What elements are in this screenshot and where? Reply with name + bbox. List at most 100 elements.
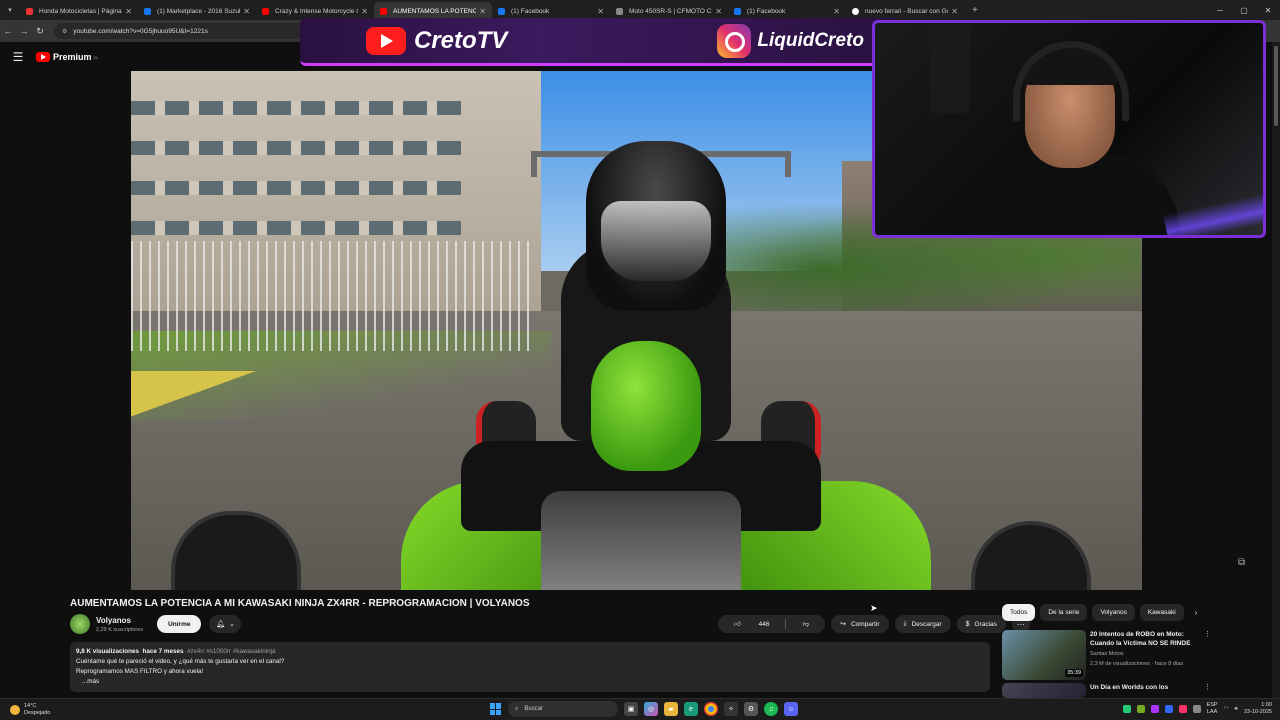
recommended-title[interactable]: Un Día en Worlds con los bbox=[1090, 683, 1200, 692]
tray-icon[interactable] bbox=[1192, 705, 1201, 713]
maximize-icon[interactable]: ▢ bbox=[1232, 6, 1256, 15]
tray-icon[interactable] bbox=[1150, 705, 1159, 713]
youtube-logo[interactable]: Premium CL bbox=[36, 52, 99, 62]
view-count: 9,8 K visualizaciones bbox=[76, 648, 139, 655]
window-controls: ─ ▢ ✕ bbox=[1208, 0, 1280, 20]
chip-all[interactable]: Todos bbox=[1002, 604, 1036, 621]
language-indicator[interactable]: ESP LAA bbox=[1207, 702, 1218, 716]
like-button[interactable]: 👍︎ 446 bbox=[718, 620, 785, 628]
url-text: youtube.com/watch?v=0G5jhuuo95U&t=1221s bbox=[73, 27, 208, 35]
close-icon[interactable]: ✕ bbox=[597, 7, 604, 16]
tab-favicon bbox=[498, 7, 505, 15]
sun-icon bbox=[10, 704, 20, 715]
video-description[interactable]: 9,8 K visualizaciones hace 7 meses #zx4r… bbox=[70, 642, 990, 692]
webcam-overlay bbox=[872, 20, 1266, 238]
video-thumbnail[interactable]: 35:39 bbox=[1002, 630, 1086, 680]
edge-icon[interactable]: e bbox=[684, 702, 698, 716]
video-windscreen bbox=[541, 491, 741, 590]
like-dislike-group: 👍︎ 446 👎︎ bbox=[718, 615, 826, 633]
channel-avatar[interactable] bbox=[70, 614, 90, 634]
app-icon[interactable]: ✧ bbox=[724, 702, 738, 716]
recommended-meta: 2,3 M de visualizaciones · hace 8 días bbox=[1090, 661, 1184, 667]
close-icon[interactable]: ✕ bbox=[479, 7, 486, 16]
page-scrollbar[interactable] bbox=[1272, 42, 1280, 702]
discord-icon[interactable]: ☺ bbox=[784, 702, 798, 716]
thanks-button[interactable]: $ Gracias bbox=[956, 615, 1006, 633]
thumbs-down-icon: 👎︎ bbox=[802, 621, 810, 628]
miniplayer-icon[interactable]: ⧉ bbox=[1238, 557, 1260, 577]
more-icon[interactable]: ⋮ bbox=[1204, 683, 1211, 698]
share-button[interactable]: ↪ Compartir bbox=[831, 615, 889, 633]
task-view-icon[interactable]: ▣ bbox=[624, 702, 638, 716]
tab-favicon bbox=[26, 7, 33, 15]
tray-icon[interactable] bbox=[1136, 705, 1145, 713]
browser-tab[interactable]: (1) Marketplace - 2016 Suzuki G✕ bbox=[138, 2, 256, 20]
tab-search-button[interactable]: ▾ bbox=[0, 0, 20, 20]
spotify-icon[interactable]: ♫ bbox=[764, 702, 778, 716]
volume-icon[interactable]: 🔊︎ bbox=[1234, 706, 1237, 713]
thumbs-up-icon: 👍︎ bbox=[734, 621, 741, 628]
chrome-icon[interactable] bbox=[704, 702, 718, 716]
tab-favicon bbox=[734, 7, 741, 15]
duration-badge: 35:39 bbox=[1065, 669, 1083, 677]
file-explorer-icon[interactable]: ▰ bbox=[664, 702, 678, 716]
close-window-icon[interactable]: ✕ bbox=[1256, 6, 1280, 15]
settings-icon[interactable]: ⚙ bbox=[744, 702, 758, 716]
chip-kawasaki[interactable]: Kawasaki bbox=[1139, 604, 1184, 621]
forward-icon[interactable]: → bbox=[16, 26, 32, 36]
back-icon[interactable]: ← bbox=[0, 26, 16, 36]
show-more-link[interactable]: ...más bbox=[82, 677, 984, 687]
download-icon: ⤓ bbox=[903, 620, 907, 627]
notification-bell-button[interactable]: 🔔︎ ⌄ bbox=[209, 615, 242, 633]
bell-icon: 🔔︎ bbox=[216, 621, 225, 628]
reload-icon[interactable]: ↻ bbox=[32, 26, 48, 37]
recommended-channel[interactable]: Santas Motos bbox=[1090, 650, 1200, 658]
channel-name[interactable]: Volyanos bbox=[96, 616, 143, 625]
close-icon[interactable]: ✕ bbox=[715, 7, 722, 16]
chevron-right-icon[interactable]: › bbox=[1195, 608, 1198, 617]
weather-widget[interactable]: 14°C Despejado bbox=[10, 703, 50, 717]
dislike-button[interactable]: 👎︎ bbox=[786, 620, 825, 628]
recommended-title[interactable]: 20 Intentos de ROBO en Moto: Cuando la V… bbox=[1090, 630, 1200, 648]
windows-start-icon[interactable] bbox=[490, 703, 502, 715]
copilot-icon[interactable]: ◎ bbox=[644, 702, 658, 716]
tray-icon[interactable] bbox=[1164, 705, 1173, 713]
menu-icon[interactable]: ☰ bbox=[0, 50, 36, 64]
close-icon[interactable]: ✕ bbox=[361, 7, 368, 16]
wifi-icon[interactable]: ◠ bbox=[1224, 706, 1229, 712]
more-icon[interactable]: ⋮ bbox=[1204, 630, 1211, 680]
new-tab-button[interactable]: + bbox=[972, 5, 978, 16]
subscriber-count: 2,29 K suscriptores bbox=[96, 626, 144, 633]
description-line: Reprogramamos MAS FILTRO y ahora vuela! bbox=[76, 668, 204, 675]
chip-series[interactable]: De la serie bbox=[1040, 604, 1088, 621]
clock[interactable]: 1:00 23-10-2025 bbox=[1244, 702, 1272, 716]
tray-icon[interactable] bbox=[1178, 705, 1187, 713]
site-info-icon[interactable]: ⚙ bbox=[62, 28, 67, 35]
tab-favicon bbox=[852, 7, 859, 15]
video-thumbnail[interactable] bbox=[1002, 683, 1086, 698]
download-button[interactable]: ⤓ Descargar bbox=[894, 615, 951, 633]
close-icon[interactable]: ✕ bbox=[833, 7, 840, 16]
taskbar-search[interactable]: ⌕ Buscar bbox=[508, 701, 618, 717]
chip-channel[interactable]: Volyanos bbox=[1092, 604, 1135, 621]
stream-banner: CretoTV LiquidCreto bbox=[300, 18, 900, 66]
close-icon[interactable]: ✕ bbox=[125, 7, 132, 16]
join-button[interactable]: Unirme bbox=[157, 615, 202, 633]
weather-condition: Despejado bbox=[24, 709, 51, 716]
recommended-video[interactable]: Un Día en Worlds con los ⋮ bbox=[1002, 683, 1211, 698]
share-icon: ↪ bbox=[840, 621, 846, 628]
tab-favicon bbox=[144, 7, 151, 15]
close-icon[interactable]: ✕ bbox=[243, 7, 250, 16]
hashtags[interactable]: #zx4rr #s1000rr #kawasakininja bbox=[187, 648, 276, 655]
video-actions: 👍︎ 446 👎︎ ↪ Compartir ⤓ Descargar $ Gracias… bbox=[718, 615, 1030, 633]
browser-tab[interactable]: Honda Motocicletas | Página Of ✕ bbox=[20, 2, 138, 20]
minimize-icon[interactable]: ─ bbox=[1208, 6, 1232, 15]
tray-icon[interactable] bbox=[1122, 705, 1131, 713]
filter-chips: Todos De la serie Volyanos Kawasaki › bbox=[1002, 604, 1197, 621]
close-icon[interactable]: ✕ bbox=[951, 7, 958, 16]
description-line: Cuéntame qué te pareció el video, y ¿qué… bbox=[76, 658, 285, 665]
banner-ig-name: LiquidCreto bbox=[757, 29, 864, 51]
thanks-icon: $ bbox=[965, 620, 970, 628]
recommended-video[interactable]: 35:39 20 Intentos de ROBO en Moto: Cuand… bbox=[1002, 630, 1211, 680]
upload-age: hace 7 meses bbox=[142, 648, 184, 655]
